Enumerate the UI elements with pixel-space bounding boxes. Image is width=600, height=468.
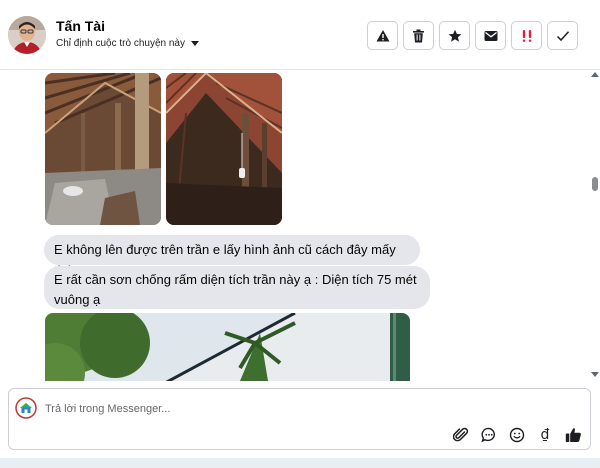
message-bubble: E rất cần sơn chống rấm diện tích trần n… [44, 266, 430, 309]
page-avatar [15, 397, 37, 419]
payment-button[interactable]: ₫ [536, 426, 554, 444]
mark-unread-button[interactable] [475, 21, 506, 50]
composer-toolbar: ₫ [452, 426, 582, 444]
message-bubble: E không lên được trên trần e lấy hình ản… [44, 235, 420, 278]
contact-avatar[interactable] [8, 16, 46, 54]
delete-button[interactable] [403, 21, 434, 50]
thumbs-up-icon [565, 428, 581, 442]
emoji-button[interactable] [508, 426, 526, 444]
warning-triangle-icon [376, 29, 389, 41]
envelope-icon [484, 30, 497, 41]
star-button[interactable] [439, 21, 470, 50]
attach-button[interactable] [452, 426, 470, 444]
assign-label: Chỉ định cuộc trò chuyện này [56, 38, 185, 49]
conversation-header: Tấn Tài Chỉ định cuộc trò chuyện này [0, 0, 600, 70]
conversation-thread[interactable]: E không lên được trên trần e lấy hình ản… [0, 71, 590, 381]
report-spam-button[interactable] [367, 21, 398, 50]
currency-dong-icon: ₫ [540, 427, 550, 443]
paperclip-icon [453, 427, 469, 442]
trash-icon [413, 29, 424, 42]
priority-button[interactable] [511, 21, 542, 50]
quick-reply-button[interactable] [480, 426, 498, 444]
checkmark-icon [556, 30, 569, 41]
double-exclamation-icon [522, 29, 531, 42]
quick-reply-icon [481, 427, 495, 443]
attachment-image[interactable] [166, 73, 282, 225]
header-actions [367, 21, 578, 50]
conversation-scrollbar[interactable] [590, 71, 600, 381]
emoji-icon [509, 427, 525, 443]
page-bottom-strip [0, 458, 600, 468]
contact-name[interactable]: Tấn Tài [56, 18, 105, 34]
message-text-line: E rất cần sơn chống rấm diện tích trần n… [54, 272, 417, 287]
like-button[interactable] [564, 426, 582, 444]
attachment-image[interactable] [45, 313, 410, 381]
assign-conversation-dropdown[interactable]: Chỉ định cuộc trò chuyện này [56, 38, 199, 49]
scroll-thumb[interactable] [592, 177, 598, 191]
attachment-image[interactable] [45, 73, 161, 225]
star-icon [448, 29, 461, 42]
chevron-down-icon [190, 41, 199, 46]
scroll-down-arrow-icon[interactable] [591, 372, 599, 377]
scroll-up-arrow-icon[interactable] [591, 72, 599, 77]
done-button[interactable] [547, 21, 578, 50]
message-text-line: vuông ạ [54, 292, 101, 307]
reply-input[interactable] [45, 399, 345, 419]
reply-composer: ₫ [8, 388, 591, 450]
